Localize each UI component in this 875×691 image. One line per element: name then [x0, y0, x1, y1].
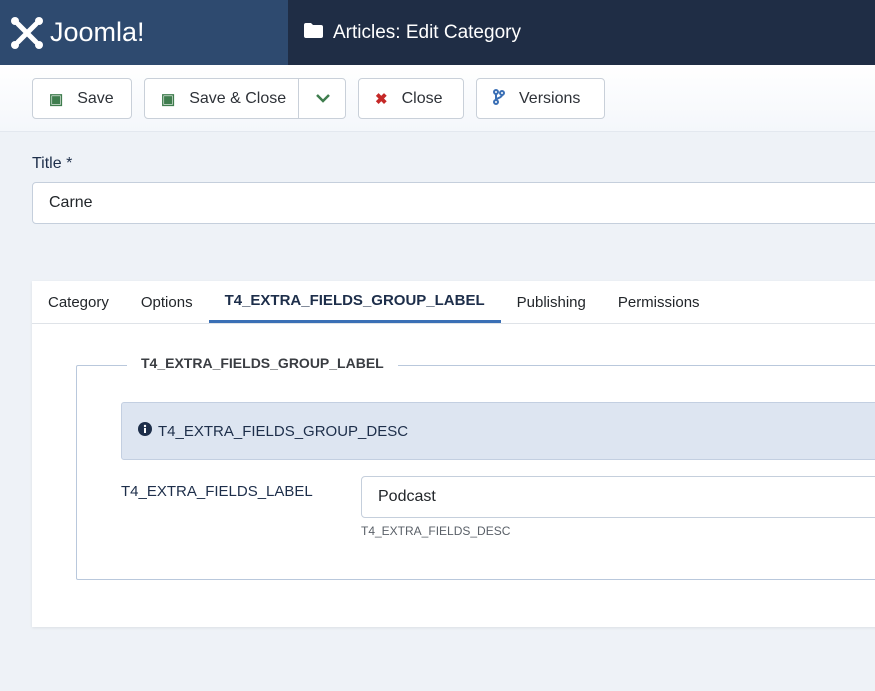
tab-category[interactable]: Category	[32, 281, 125, 323]
tab-permissions[interactable]: Permissions	[602, 281, 716, 323]
joomla-logo-icon	[11, 16, 43, 49]
tabs-card: Category Options T4_EXTRA_FIELDS_GROUP_L…	[32, 281, 875, 627]
close-button[interactable]: ✖ Close	[358, 78, 464, 119]
save-button[interactable]: ▣ Save	[32, 78, 132, 119]
fieldset-legend: T4_EXTRA_FIELDS_GROUP_LABEL	[127, 355, 398, 371]
tab-bar: Category Options T4_EXTRA_FIELDS_GROUP_L…	[32, 281, 875, 324]
save-label: Save	[77, 89, 114, 107]
extra-fields-desc: T4_EXTRA_FIELDS_DESC	[361, 524, 511, 538]
info-icon	[138, 422, 152, 440]
versions-button[interactable]: Versions	[476, 78, 605, 119]
info-alert: T4_EXTRA_FIELDS_GROUP_DESC	[121, 402, 875, 460]
floppy-icon: ▣	[161, 90, 176, 108]
title-label: Title *	[32, 155, 73, 172]
save-close-button[interactable]: ▣ Save & Close	[144, 78, 346, 119]
close-icon: ✖	[375, 90, 388, 108]
extra-fields-fieldset: T4_EXTRA_FIELDS_GROUP_LABEL T4_EXTRA_FIE…	[76, 355, 875, 580]
toolbar: ▣ Save ▣ Save & Close ✖ Close Versions	[0, 65, 875, 132]
floppy-icon: ▣	[49, 90, 64, 108]
folder-icon	[304, 22, 323, 44]
chevron-down-icon[interactable]	[298, 79, 346, 118]
extra-fields-input[interactable]: Podcast	[361, 476, 875, 518]
joomla-logo[interactable]: Joomla!	[0, 0, 288, 65]
close-label: Close	[401, 89, 443, 107]
versions-label: Versions	[519, 89, 581, 107]
alert-text: T4_EXTRA_FIELDS_GROUP_DESC	[158, 422, 409, 440]
title-input[interactable]: Carne	[32, 182, 875, 224]
branch-icon	[493, 88, 505, 109]
save-close-label: Save & Close	[189, 89, 287, 107]
extra-fields-label: T4_EXTRA_FIELDS_LABEL	[121, 483, 313, 500]
tab-options[interactable]: Options	[125, 281, 209, 323]
tab-extra-fields[interactable]: T4_EXTRA_FIELDS_GROUP_LABEL	[208, 281, 501, 323]
page-title: Articles: Edit Category	[333, 21, 521, 43]
header: Joomla! Articles: Edit Category	[0, 0, 875, 65]
brand-name: Joomla!	[50, 17, 145, 47]
tab-publishing[interactable]: Publishing	[501, 281, 602, 323]
